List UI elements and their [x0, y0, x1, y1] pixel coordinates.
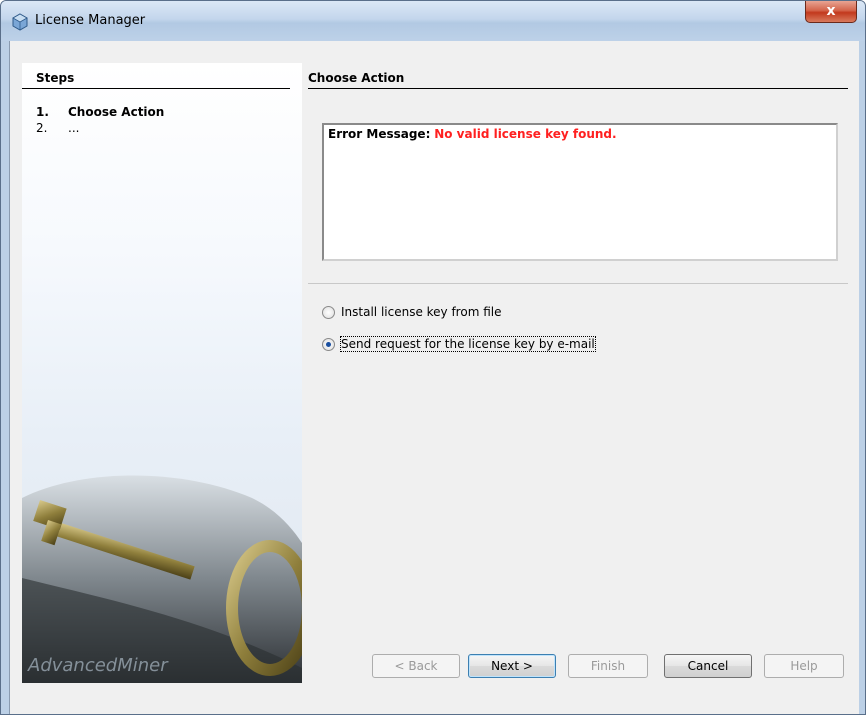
error-message-label: Error Message: [328, 127, 431, 141]
option-label: Send request for the license key by e-ma… [340, 336, 596, 352]
install-from-file-option[interactable]: Install license key from file [322, 305, 501, 319]
window-title: License Manager [35, 13, 146, 28]
key-illustration [22, 475, 302, 683]
close-icon: x [826, 3, 836, 19]
step-number: 1. [36, 105, 49, 119]
page-title: Choose Action [308, 71, 848, 89]
send-email-request-option[interactable]: Send request for the license key by e-ma… [322, 336, 596, 352]
cancel-button[interactable]: Cancel [664, 654, 752, 678]
license-manager-window: License Manager x Steps 1. Choose Action … [0, 0, 866, 715]
finish-button[interactable]: Finish [568, 654, 648, 678]
divider [308, 283, 848, 284]
radio-button-unchecked[interactable] [322, 305, 335, 319]
dialog-client-area: Steps 1. Choose Action 2.... AdvancedMin… [9, 41, 859, 714]
option-label: Install license key from file [341, 305, 502, 319]
steps-panel: Steps 1. Choose Action 2.... AdvancedMin… [22, 63, 302, 683]
help-button[interactable]: Help [764, 654, 844, 678]
step-label: ... [68, 121, 80, 135]
step-item-next: 2.... [36, 121, 79, 135]
error-message-box[interactable]: Error Message: No valid license key foun… [322, 123, 838, 261]
title-bar[interactable]: License Manager x [1, 1, 865, 41]
close-button[interactable]: x [805, 1, 857, 23]
content-panel: Choose Action Error Message: No valid li… [308, 63, 848, 683]
steps-header: Steps [22, 71, 290, 89]
back-button[interactable]: < Back [372, 654, 460, 678]
step-label: Choose Action [68, 105, 165, 119]
step-number: 2. [36, 121, 48, 135]
brand-watermark: AdvancedMiner [28, 655, 168, 676]
step-item-choose-action: 1. Choose Action [36, 105, 164, 119]
cube-icon [12, 13, 28, 31]
radio-button-checked[interactable] [322, 337, 335, 351]
error-message-text: No valid license key found. [434, 127, 617, 141]
next-button[interactable]: Next > [468, 654, 556, 678]
